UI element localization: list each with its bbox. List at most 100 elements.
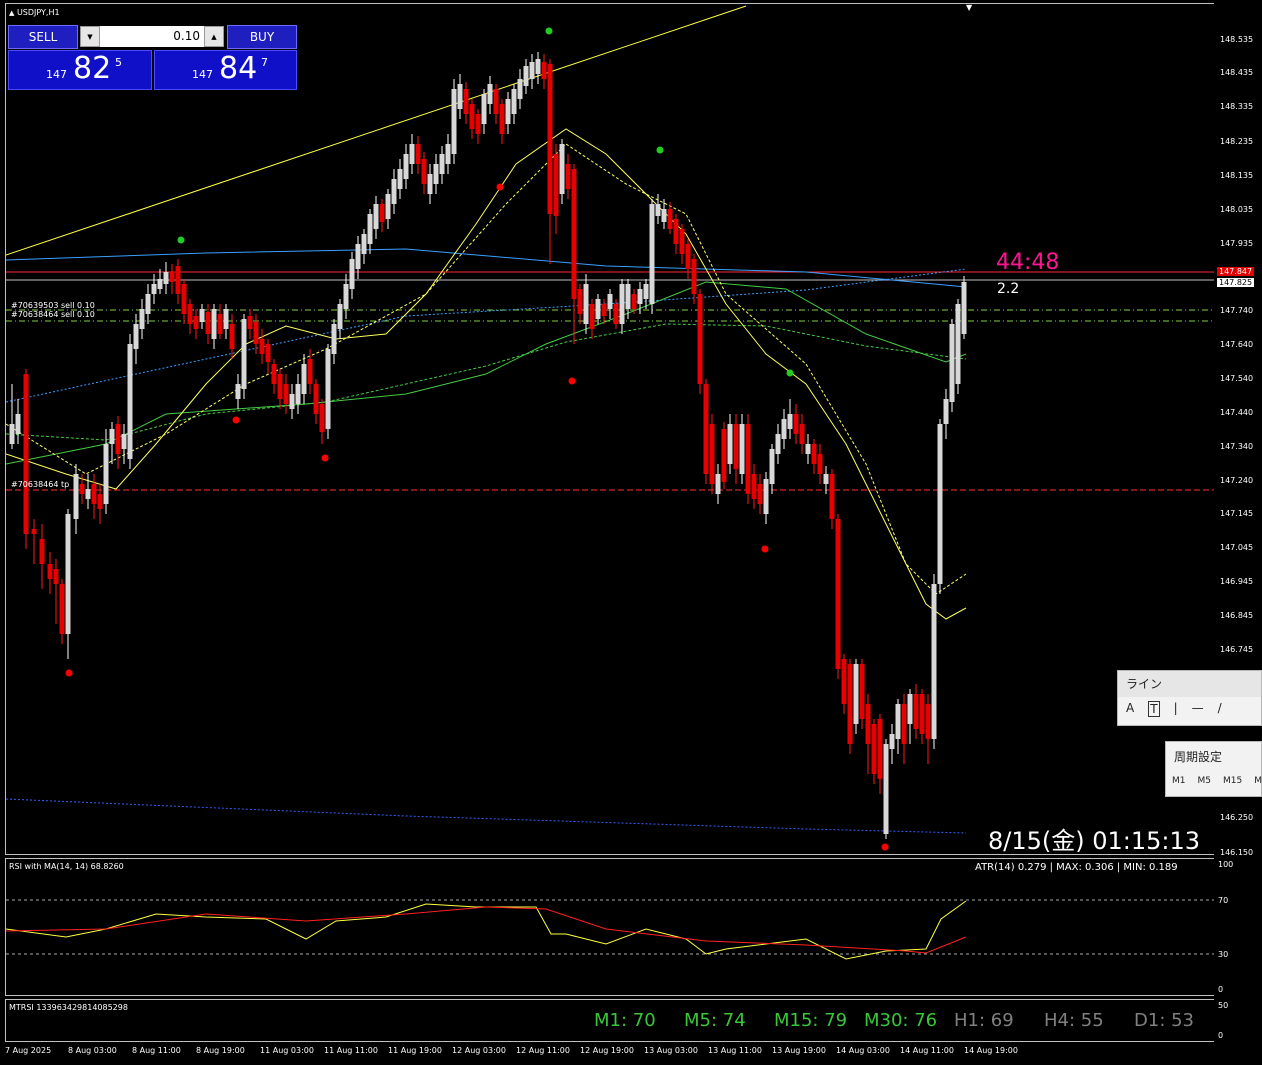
signal-dot — [786, 369, 794, 377]
candle-body — [97, 494, 103, 509]
ma-blue-line — [6, 248, 967, 288]
time-tick-label: 14 Aug 19:00 — [964, 1046, 1018, 1055]
candle-body — [511, 89, 517, 114]
candle-body — [919, 694, 925, 734]
horizontal-line-tool-icon[interactable]: — — [1192, 701, 1204, 717]
rsi-level-0: 0 — [1218, 985, 1224, 994]
candle-body — [607, 294, 613, 309]
signal-dot — [177, 236, 185, 244]
sell-price-box[interactable]: 147 82 5 — [8, 50, 152, 90]
candle-body — [733, 424, 739, 469]
rsi-chart-svg[interactable] — [6, 859, 1214, 995]
candle-body — [451, 89, 457, 154]
rsi-level-100: 100 — [1218, 860, 1234, 869]
red-line-price-label: 147.847 — [1217, 267, 1255, 276]
candle-body — [961, 282, 967, 334]
candle-body — [433, 164, 439, 184]
mtrsi-m5: M5: 74 — [684, 1010, 746, 1031]
sell-price-prefix: 147 — [46, 68, 67, 81]
text-tool-icon[interactable]: A — [1126, 701, 1134, 717]
order-label-tp[interactable]: #70638464 tp — [11, 480, 69, 489]
price-tick-label: 148.235 — [1220, 137, 1254, 146]
candle-body — [373, 204, 379, 229]
candle-body — [523, 66, 529, 86]
candle-body — [187, 304, 193, 324]
candle-body — [181, 284, 187, 314]
candle-body — [895, 704, 901, 739]
candle-body — [85, 489, 91, 499]
candle-countdown: 44:48 — [996, 250, 1060, 275]
candle-body — [769, 449, 775, 484]
price-tick-label: 147.540 — [1220, 374, 1254, 383]
candle-body — [835, 519, 841, 669]
buy-button[interactable]: BUY — [227, 25, 297, 49]
price-tick-label: 147.045 — [1220, 543, 1254, 552]
time-tick-label: 14 Aug 03:00 — [836, 1046, 890, 1055]
mtrsi-m1: M1: 70 — [594, 1010, 656, 1031]
line-tools-popup[interactable]: ライン A T | — / — [1117, 670, 1262, 726]
candle-body — [817, 454, 823, 474]
candle-body — [73, 474, 79, 519]
lot-decrease-button[interactable]: ▼ — [80, 26, 100, 47]
line-tools-title: ライン — [1118, 671, 1261, 697]
candle-body — [469, 104, 475, 129]
price-tick-label: 146.250 — [1220, 813, 1254, 822]
period-m15-button[interactable]: M15 — [1223, 776, 1242, 786]
period-m1-button[interactable]: M1 — [1172, 776, 1186, 786]
candle-body — [205, 312, 211, 334]
price-tick-label: 147.825 — [1217, 278, 1255, 287]
candle-body — [535, 59, 541, 74]
mtrsi-level-50: 50 — [1218, 1001, 1229, 1010]
label-tool-icon[interactable]: T — [1148, 701, 1160, 717]
candle-body — [463, 89, 469, 114]
candle-body — [553, 154, 559, 216]
candle-body — [709, 424, 715, 484]
lot-increase-button[interactable]: ▲ — [204, 26, 224, 47]
price-scale[interactable]: 148.535 148.435 148.335 148.235 148.135 148.0… — [1214, 3, 1262, 1065]
order-label-sell1[interactable]: #70639503 sell 0.10 — [11, 301, 95, 310]
period-settings-popup[interactable]: 周期設定 M1 M5 M15 M — [1165, 741, 1262, 797]
candle-body — [211, 309, 217, 339]
candle-body — [53, 569, 59, 584]
candle-body — [283, 384, 289, 404]
period-settings-title: 周期設定 — [1166, 742, 1261, 772]
buy-price-box[interactable]: 147 84 7 — [154, 50, 297, 90]
sell-button[interactable]: SELL — [8, 25, 78, 49]
candle-body — [421, 159, 427, 184]
candle-body — [343, 284, 349, 309]
candle-body — [229, 324, 235, 349]
candle-body — [889, 734, 895, 749]
candle-body — [673, 219, 679, 244]
candle-body — [787, 414, 793, 429]
candle-body — [913, 694, 919, 729]
candle-body — [577, 289, 583, 314]
period-more-button[interactable]: M — [1254, 776, 1262, 786]
candle-body — [127, 344, 133, 459]
period-m5-button[interactable]: M5 — [1198, 776, 1212, 786]
candle-body — [697, 294, 703, 384]
time-tick-label: 13 Aug 11:00 — [708, 1046, 762, 1055]
candle-body — [529, 62, 535, 79]
candle-body — [901, 704, 907, 744]
trendline-tool-icon[interactable]: / — [1218, 701, 1222, 717]
price-tick-label: 148.135 — [1220, 171, 1254, 180]
time-tick-label: 8 Aug 03:00 — [68, 1046, 117, 1055]
buy-price-prefix: 147 — [192, 68, 213, 81]
order-label-sell2[interactable]: #70638464 sell 0.10 — [11, 310, 95, 319]
candle-body — [133, 324, 139, 349]
candle-body — [637, 289, 643, 304]
lot-size-input[interactable]: 0.10 — [100, 26, 204, 47]
vertical-line-tool-icon[interactable]: | — [1174, 701, 1178, 717]
candle-body — [295, 384, 301, 404]
time-tick-label: 12 Aug 11:00 — [516, 1046, 570, 1055]
candle-body — [361, 234, 367, 254]
price-tick-label: 146.845 — [1220, 611, 1254, 620]
candle-body — [157, 279, 163, 289]
candle-body — [253, 322, 259, 344]
candle-body — [121, 434, 127, 449]
candle-body — [427, 174, 433, 194]
candle-body — [307, 359, 313, 384]
time-tick-label: 12 Aug 03:00 — [452, 1046, 506, 1055]
candle-body — [145, 294, 151, 314]
price-chart-svg[interactable] — [6, 4, 1214, 854]
